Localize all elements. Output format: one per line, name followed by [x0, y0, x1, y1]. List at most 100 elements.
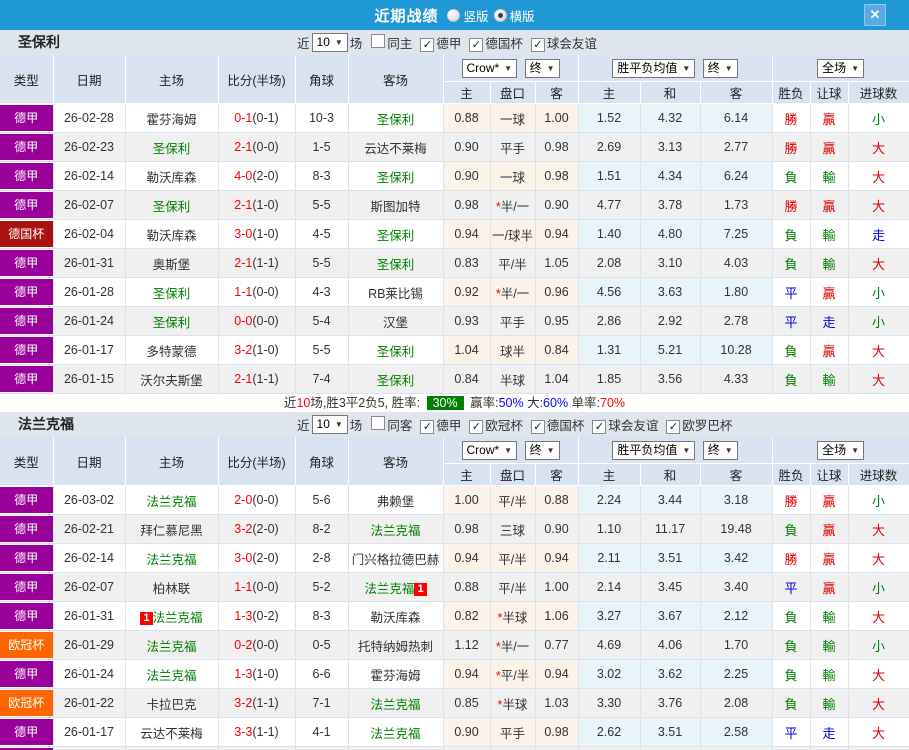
dropdown-arrow-icon: ▼: [851, 63, 859, 73]
league-tag: 德甲: [0, 192, 52, 218]
result-char: 小: [872, 638, 886, 654]
col-header-corner: 角球: [295, 437, 349, 486]
odds-final-select[interactable]: 终 ▼: [524, 58, 560, 78]
recent-results-panel: 近期战绩 竖版 横版 ✕ 圣保利 近 10 ▼ 场同主 ✓ 德甲 ✓ 德国杯 ✓ 球会友谊 类型 日…: [0, 0, 909, 750]
avg-win-cell: 1.51: [578, 161, 641, 191]
filter-league-checkbox-德甲[interactable]: ✓ 德甲: [413, 33, 462, 53]
red-card-badge: 1: [414, 582, 427, 596]
avg-final-select[interactable]: 终 ▼: [702, 440, 738, 460]
results-table: 类型 日期 主场 比分(半场) 角球 客场 Crow* ▼ 终 ▼ 胜平负均值 ▼ 终…: [0, 437, 909, 750]
filter-bar: 法兰克福 近 10 ▼ 场同客 ✓ 德甲 ✓ 欧冠杯 ✓ 德国杯 ✓ 球会友谊 ✓ 欧罗巴杯: [0, 412, 909, 437]
match-count-select[interactable]: 10 ▼: [311, 415, 348, 434]
odds-company-select[interactable]: Crow* ▼: [461, 58, 518, 78]
odds-away-cell: 0.98: [535, 717, 579, 747]
odds-final-select[interactable]: 终 ▼: [524, 440, 560, 460]
result-goals-cell: 小: [848, 277, 909, 307]
home-team-cell: 圣保利: [125, 190, 219, 220]
date-cell: 26-02-14: [53, 161, 126, 191]
layout-radio-竖版[interactable]: 竖版: [447, 6, 489, 25]
result-wdl-cell: 負: [772, 335, 811, 365]
layout-radio-横版[interactable]: 横版: [493, 6, 535, 25]
result-wdl-cell: 勝: [772, 103, 811, 133]
home-team-name: 法兰克福: [152, 610, 203, 625]
avg-win-cell: 3.02: [578, 659, 641, 689]
match-row: 德甲 26-01-17 多特蒙德 3-2(1-0) 5-5 圣保利 1.04 球半 0.84 1.…: [0, 335, 909, 365]
result-group-header: 全场 ▼: [772, 55, 909, 82]
odds-company-select[interactable]: Crow* ▼: [461, 440, 518, 460]
col-header-odds-home: 主: [443, 463, 491, 486]
summary-segment: 赢率:: [466, 396, 499, 410]
league-type-cell: 德甲: [0, 717, 54, 747]
team-name: 法兰克福: [18, 416, 74, 432]
corner-cell: 5-2: [295, 572, 349, 602]
filter-league-checkbox-德甲[interactable]: ✓ 德甲: [413, 415, 462, 435]
filter-league-checkbox-球会友谊[interactable]: ✓ 球会友谊: [524, 33, 598, 53]
match-count-select[interactable]: 10 ▼: [311, 33, 348, 52]
result-char: 平: [784, 725, 798, 741]
date-cell: 26-02-28: [53, 103, 126, 133]
league-type-cell: 德甲: [0, 161, 54, 191]
table-header: 类型 日期 主场 比分(半场) 角球 客场 Crow* ▼ 终 ▼ 胜平负均值 ▼ 终…: [0, 437, 909, 486]
col-header-result-goals: 进球数: [848, 81, 909, 104]
avg-draw-cell: 4.32: [640, 103, 701, 133]
result-wdl-cell: 負: [772, 601, 811, 631]
avg-final-select[interactable]: 终 ▼: [702, 58, 738, 78]
scope-select[interactable]: 全场 ▼: [817, 58, 864, 78]
corner-cell: 5-4: [295, 306, 349, 336]
result-char: 大: [872, 343, 886, 359]
corner-cell: 5-6: [295, 485, 349, 515]
col-header-date: 日期: [53, 55, 126, 104]
avg-loss-cell: 4.33: [700, 364, 773, 394]
away-team-name: RB莱比锡: [368, 286, 423, 301]
filter-venue-checkbox-同主[interactable]: 同主: [364, 33, 413, 52]
odds-away-cell: 0.94: [535, 219, 579, 249]
league-type-cell: 德甲: [0, 190, 54, 220]
team-section-2: 法兰克福 近 10 ▼ 场同客 ✓ 德甲 ✓ 欧冠杯 ✓ 德国杯 ✓ 球会友谊 ✓ 欧罗巴杯 类型 日期 …: [0, 412, 909, 750]
filter-league-checkbox-球会友谊[interactable]: ✓ 球会友谊: [585, 415, 659, 435]
away-team-cell: 弗赖堡: [348, 485, 444, 515]
filter-league-checkbox-德国杯[interactable]: ✓ 德国杯: [524, 415, 586, 435]
handicap-cell: *半球: [490, 601, 536, 631]
avg-type-select[interactable]: 胜平负均值 ▼: [612, 440, 696, 460]
result-handicap-cell: 輸: [810, 248, 849, 278]
corner-cell: 5-5: [295, 335, 349, 365]
col-header-avg-win: 主: [578, 81, 641, 104]
date-cell: 26-02-21: [53, 514, 126, 544]
result-goals-cell: 大: [848, 601, 909, 631]
handicap-cell: 平/半: [490, 248, 536, 278]
table-body: 德甲 26-03-02 法兰克福 2-0(0-0) 5-6 弗赖堡 1.00 平/半 0.88 2…: [0, 485, 909, 750]
handicap-text: 半球: [502, 697, 528, 712]
avg-type-select[interactable]: 胜平负均值 ▼: [612, 58, 696, 78]
half-time-score: (1-0): [252, 667, 279, 681]
home-team-cell: 云达不莱梅: [125, 717, 219, 747]
avg-loss-cell: 2.58: [700, 717, 773, 747]
odds-away-cell: 1.03: [535, 688, 579, 718]
summary-segment: 近: [283, 396, 297, 410]
summary-segment: 30%: [426, 396, 464, 410]
filter-league-checkbox-德国杯[interactable]: ✓ 德国杯: [462, 33, 524, 53]
close-button[interactable]: ✕: [864, 4, 886, 26]
result-wdl-cell: 勝: [772, 543, 811, 573]
home-team-name: 云达不莱梅: [140, 726, 203, 741]
away-team-name: 圣保利: [376, 373, 415, 388]
half-time-score: (1-0): [252, 343, 279, 357]
odds-away-cell: 0.90: [535, 190, 579, 220]
result-char: 平: [784, 314, 798, 330]
league-type-cell: 德甲: [0, 746, 54, 750]
result-goals-cell: 走: [848, 219, 909, 249]
result-wdl-cell: 負: [772, 161, 811, 191]
away-team-name: 门兴格拉德巴赫: [351, 552, 440, 567]
corner-cell: 8-2: [295, 514, 349, 544]
home-team-name: 圣保利: [152, 315, 191, 330]
odds-group-header: Crow* ▼ 终 ▼: [443, 55, 579, 82]
filter-venue-checkbox-同客[interactable]: 同客: [364, 415, 413, 434]
handicap-cell: 半/一: [490, 746, 536, 750]
filter-league-checkbox-欧罗巴杯[interactable]: ✓ 欧罗巴杯: [659, 415, 733, 435]
corner-cell: 4-1: [295, 717, 349, 747]
avg-draw-cell: 3.10: [640, 248, 701, 278]
scope-select[interactable]: 全场 ▼: [817, 440, 864, 460]
result-char: 大: [872, 372, 886, 388]
league-tag: 德甲: [0, 661, 52, 687]
handicap-cell: 一/球半: [490, 219, 536, 249]
filter-league-checkbox-欧冠杯[interactable]: ✓ 欧冠杯: [462, 415, 524, 435]
